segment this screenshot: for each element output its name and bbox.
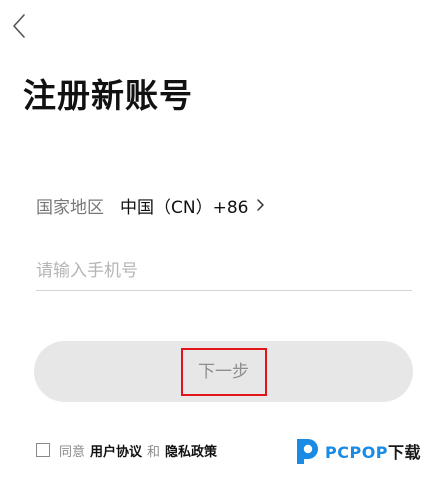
user-agreement-link[interactable]: 用户协议 xyxy=(90,441,142,460)
agree-prefix: 同意 xyxy=(59,444,86,460)
next-step-label: 下一步 xyxy=(180,347,267,396)
agree-checkbox[interactable] xyxy=(36,443,50,457)
watermark-text: PCPOP下载 xyxy=(325,439,421,463)
chevron-right-icon xyxy=(256,198,265,212)
pcpop-logo-icon xyxy=(297,439,318,464)
phone-number-input[interactable] xyxy=(36,252,412,291)
region-value: 中国（CN）+86 xyxy=(120,197,249,218)
chevron-left-icon xyxy=(13,14,25,38)
watermark-brand: PCPOP xyxy=(325,443,389,462)
next-step-button[interactable]: 下一步 xyxy=(34,341,413,402)
watermark-suffix: 下载 xyxy=(388,443,422,462)
pcpop-watermark: PCPOP下载 xyxy=(293,434,421,468)
region-label: 国家地区 xyxy=(36,197,104,218)
back-button[interactable] xyxy=(6,10,32,42)
agreement-row: 同意 用户协议 和 隐私政策 xyxy=(36,440,222,460)
agree-conjunction: 和 xyxy=(147,444,161,460)
country-region-selector[interactable]: 国家地区 中国（CN）+86 xyxy=(36,190,265,220)
privacy-policy-link[interactable]: 隐私政策 xyxy=(165,441,217,460)
page-title: 注册新账号 xyxy=(23,76,193,115)
